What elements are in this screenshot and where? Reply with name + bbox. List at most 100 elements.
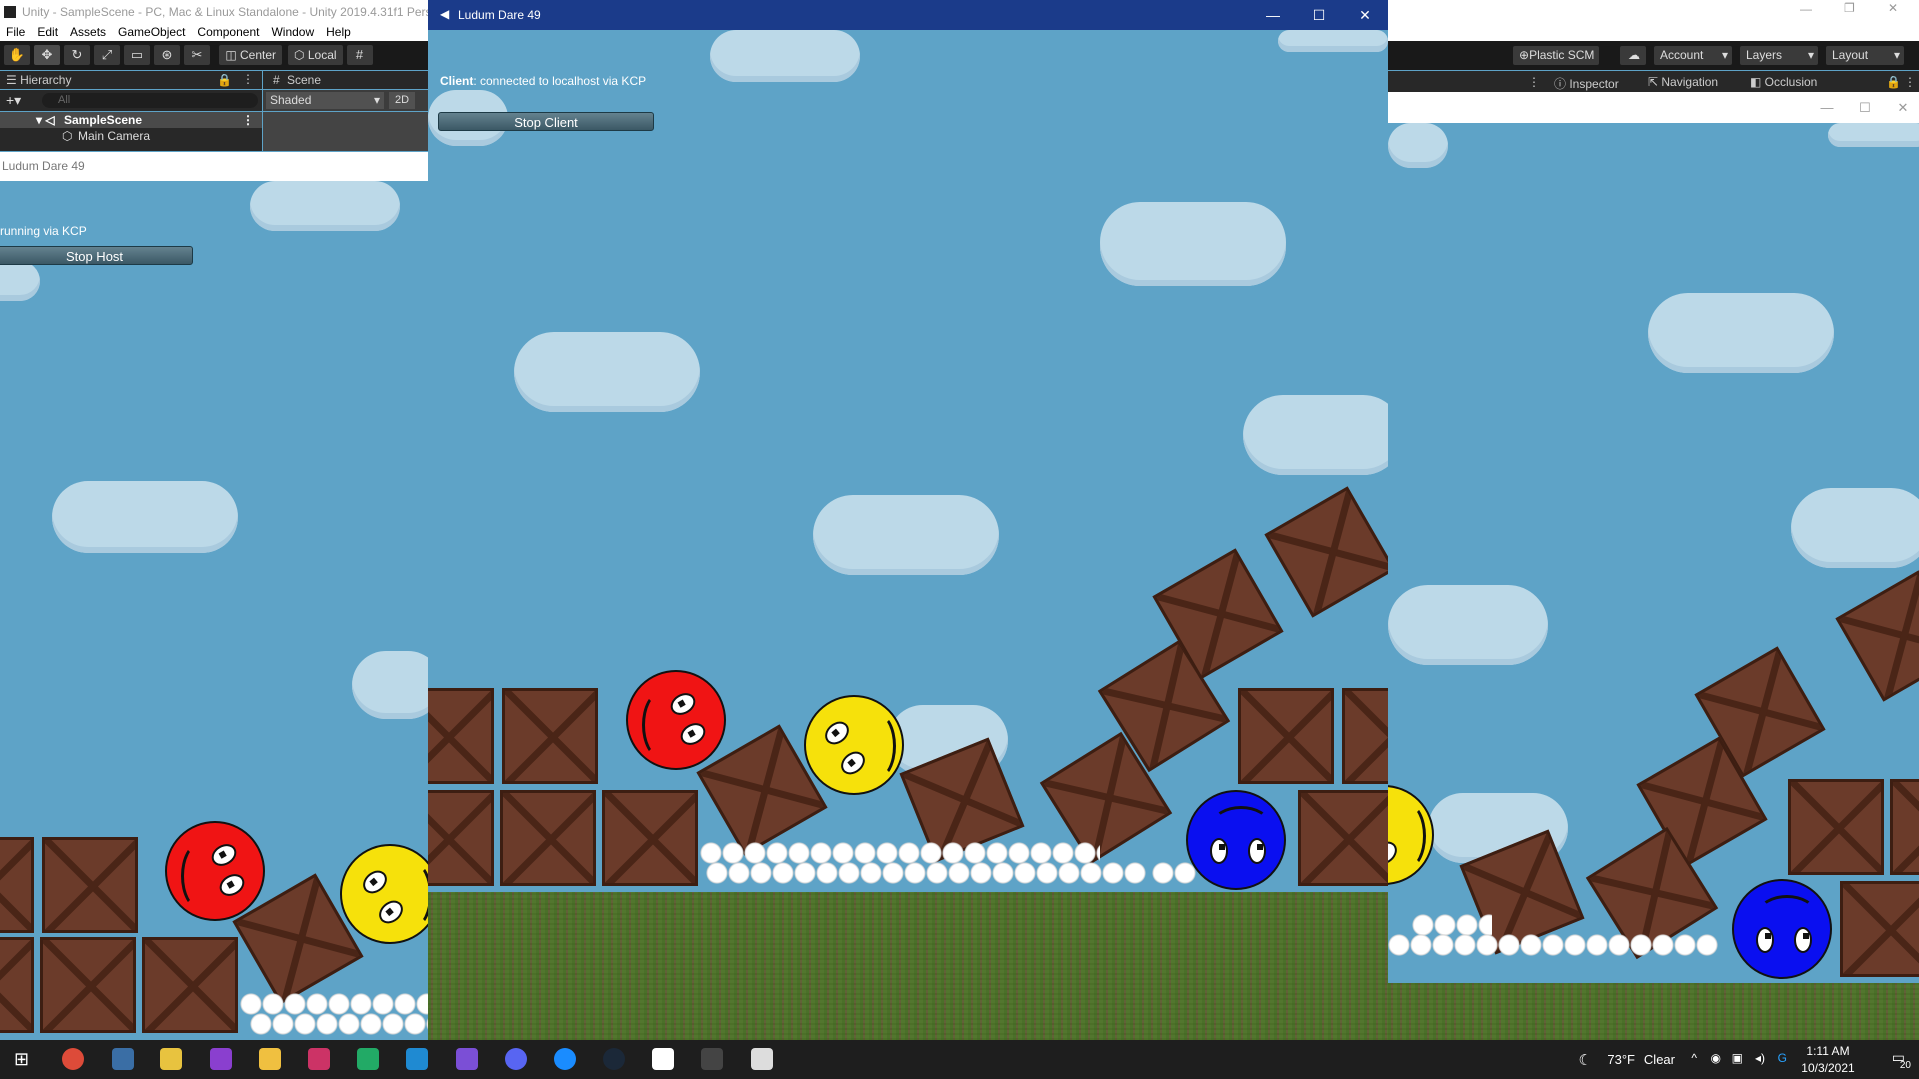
lock-icon[interactable]: 🔒 <box>1886 75 1901 89</box>
menu-assets[interactable]: Assets <box>64 24 112 41</box>
right-game-view[interactable] <box>1388 123 1919 1040</box>
unity-icon[interactable] <box>751 1048 773 1070</box>
tab-occlusion[interactable]: ◧ Occlusion <box>1750 75 1817 89</box>
crate <box>0 837 34 933</box>
pivot-center-button[interactable]: ◫ Center <box>219 45 283 65</box>
kebab-menu-icon[interactable]: ⋮ <box>242 72 254 86</box>
network-icon[interactable]: ▣ <box>1732 1051 1743 1065</box>
eye <box>215 869 249 901</box>
clock-time[interactable]: 1:11 AM <box>1795 1044 1861 1058</box>
minimize-icon[interactable]: — <box>1800 2 1812 16</box>
datagrip-icon[interactable] <box>357 1048 379 1070</box>
grid-snap-icon[interactable]: # <box>346 45 373 65</box>
steam-icon[interactable] <box>603 1048 625 1070</box>
tab-inspector[interactable]: ⓘ Inspector <box>1554 75 1619 92</box>
minimize-icon[interactable]: — <box>1812 98 1842 118</box>
windows-start-icon[interactable]: ⊞ <box>14 1049 29 1070</box>
rider-icon[interactable] <box>308 1048 330 1070</box>
list-icon: ☰ <box>6 73 21 87</box>
shading-mode-dropdown[interactable]: Shaded ▾ <box>266 92 384 109</box>
scene-view[interactable] <box>263 112 428 151</box>
account-dropdown[interactable]: Account ▾ <box>1654 46 1732 65</box>
cloud <box>250 181 400 231</box>
weather-temp[interactable]: 73°F <box>1607 1052 1635 1067</box>
blue-ball-player <box>1732 879 1832 979</box>
custom-tool-icon[interactable]: ✂ <box>184 45 210 65</box>
pivot-local-button[interactable]: ⬡ Local <box>288 45 343 65</box>
menu-file[interactable]: File <box>0 24 31 41</box>
clock-date[interactable]: 10/3/2021 <box>1795 1061 1861 1075</box>
menu-window[interactable]: Window <box>265 24 320 41</box>
discord-icon[interactable] <box>505 1048 527 1070</box>
task-view-icon[interactable] <box>112 1048 134 1070</box>
file-explorer-icon[interactable] <box>259 1048 281 1070</box>
cloud <box>1100 202 1286 286</box>
hierarchy-search-input[interactable]: All <box>42 93 258 108</box>
kebab-menu-icon[interactable]: ⋮ <box>1904 75 1916 89</box>
shading-mode-value: Shaded <box>270 93 312 107</box>
eye <box>1248 838 1266 864</box>
menu-component[interactable]: Component <box>191 24 265 41</box>
obsidian-icon[interactable] <box>456 1048 478 1070</box>
layers-dropdown[interactable]: Layers ▾ <box>1740 46 1818 65</box>
chevron-up-icon[interactable]: ^ <box>1691 1051 1697 1065</box>
stop-client-button[interactable]: Stop Client <box>438 112 654 131</box>
layout-dropdown[interactable]: Layout ▾ <box>1826 46 1904 65</box>
rotate-tool-icon[interactable]: ↻ <box>64 45 90 65</box>
menu-edit[interactable]: Edit <box>31 24 64 41</box>
chrome-icon[interactable] <box>62 1048 84 1070</box>
restore-icon[interactable]: ❐ <box>1844 1 1855 15</box>
file-explorer-2-icon[interactable] <box>160 1048 182 1070</box>
hierarchy-item-main-camera[interactable]: ⬡ Main Camera <box>0 128 262 144</box>
cloud <box>1828 123 1919 147</box>
move-tool-icon[interactable]: ✥ <box>34 45 60 65</box>
rect-tool-icon[interactable]: ▭ <box>124 45 150 65</box>
toggle-2d-button[interactable]: 2D <box>389 92 415 109</box>
mouth <box>181 843 217 909</box>
tab-navigation[interactable]: ⇱ Navigation <box>1648 75 1718 89</box>
minimize-icon[interactable]: — <box>1250 0 1296 30</box>
unity-right-tabs: ⋮ ⓘ Inspector ⇱ Navigation ◧ Occlusion 🔒… <box>1388 71 1919 92</box>
unity-logo-icon: ◀ <box>440 7 450 21</box>
1password-icon[interactable] <box>554 1048 576 1070</box>
maximize-icon[interactable]: ☐ <box>1296 0 1342 30</box>
unity-hub-icon[interactable] <box>701 1048 723 1070</box>
hand-tool-icon[interactable]: ✋ <box>4 45 30 65</box>
eye <box>1210 838 1228 864</box>
kebab-menu-icon[interactable]: ⋮ <box>242 113 254 127</box>
lock-icon[interactable]: 🔒 <box>217 73 232 87</box>
stop-host-button[interactable]: Stop Host <box>0 246 193 265</box>
scale-tool-icon[interactable]: ⤢ <box>94 45 120 65</box>
close-icon[interactable]: ✕ <box>1342 0 1388 30</box>
local-icon: ⬡ <box>294 48 308 62</box>
cloud-icon[interactable]: ☁ <box>1620 46 1646 65</box>
mouth <box>642 692 678 758</box>
transform-tool-icon[interactable]: ⊛ <box>154 45 180 65</box>
weather-text[interactable]: Clear <box>1644 1052 1675 1067</box>
hierarchy-tab[interactable]: ☰ Hierarchy 🔒 ⋮ <box>0 71 262 89</box>
windows-taskbar: ⊞ ☾ 73°F Clear ^ ◉ ▣ ◂) G 1:11 AM 10/3/2… <box>0 1040 1919 1079</box>
close-icon[interactable]: ✕ <box>1888 1 1898 15</box>
tab-navigation-label: Navigation <box>1661 75 1719 89</box>
logitech-icon[interactable]: G <box>1778 1051 1787 1065</box>
crate <box>602 790 698 886</box>
visual-studio-icon[interactable] <box>210 1048 232 1070</box>
volume-icon[interactable]: ◂) <box>1755 1051 1765 1065</box>
maximize-icon[interactable]: ☐ <box>1850 98 1880 118</box>
plastic-scm-button[interactable]: ⊕Plastic SCM <box>1513 46 1599 65</box>
cloud <box>52 481 238 553</box>
eye <box>358 865 392 899</box>
host-game-view[interactable]: running via KCP Stop Host <box>0 181 428 1040</box>
vscode-icon[interactable] <box>406 1048 428 1070</box>
kebab-menu-icon[interactable]: ⋮ <box>1528 75 1540 89</box>
close-icon[interactable]: ✕ <box>1888 98 1918 118</box>
menu-help[interactable]: Help <box>320 24 357 41</box>
pebbles <box>1412 914 1492 936</box>
steam-tray-icon[interactable]: ◉ <box>1711 1051 1721 1065</box>
menu-gameobject[interactable]: GameObject <box>112 24 191 41</box>
client-game-view[interactable]: Client: connected to localhost via KCP S… <box>428 30 1388 1040</box>
twitch-icon[interactable] <box>652 1048 674 1070</box>
hierarchy-scene-row[interactable]: ▾ ◁ SampleScene ⋮ <box>0 112 262 128</box>
add-icon[interactable]: +▾ <box>6 92 21 109</box>
scene-tab[interactable]: # Scene <box>263 71 428 89</box>
